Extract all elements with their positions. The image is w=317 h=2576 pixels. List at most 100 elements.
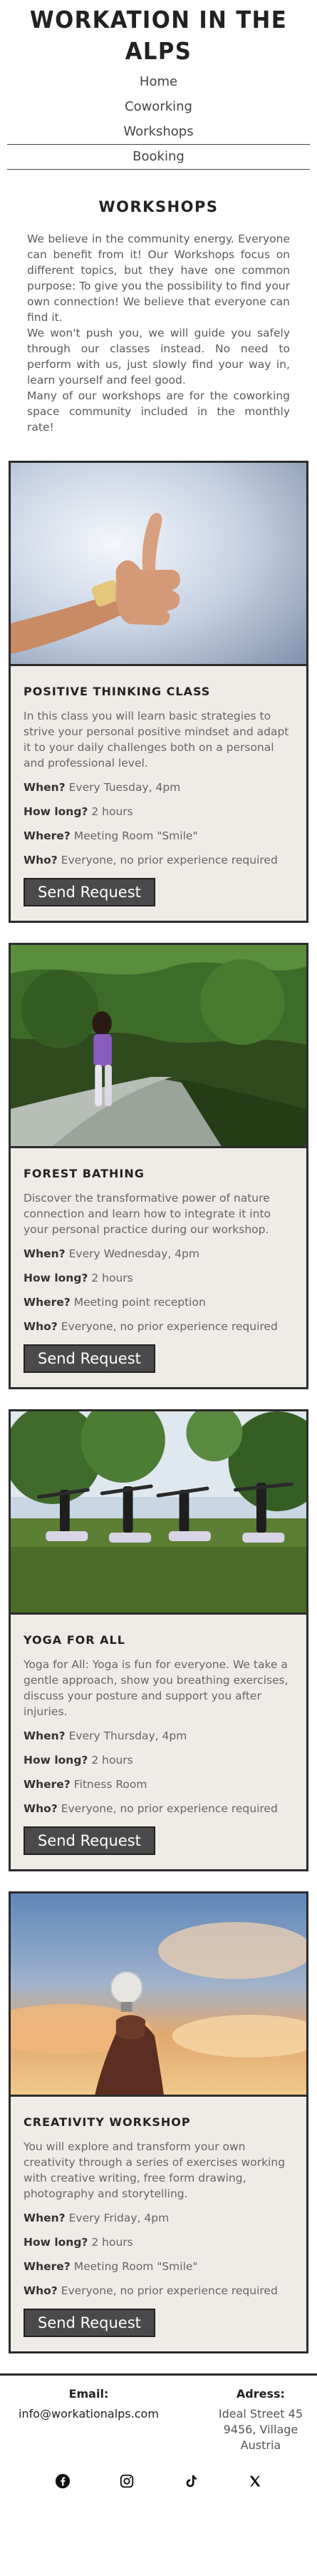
workshop-description: In this class you will learn basic strat…	[24, 710, 289, 770]
workshop-card-body: FOREST BATHING Discover the transformati…	[11, 1146, 306, 1387]
workshop-description: Discover the transformative power of nat…	[24, 1192, 271, 1236]
page-title: WORKSHOPS	[98, 198, 219, 215]
workshop-description: You will explore and transform your own …	[24, 2140, 286, 2200]
when-value: Every Wednesday, 4pm	[68, 1247, 199, 1260]
workshop-duration: How long? 2 hours	[24, 1752, 295, 1768]
where-value: Meeting Room "Smile"	[73, 2260, 198, 2273]
who-value: Everyone, no prior experience required	[61, 854, 278, 867]
when-value: Every Thursday, 4pm	[68, 1729, 187, 1742]
intro-section: WORKSHOPS We believe in the community en…	[0, 170, 317, 435]
footer-contact: Email: info@workationalps.com Adress: Id…	[0, 2387, 317, 2453]
workshop-duration: How long? 2 hours	[24, 1270, 295, 1286]
send-request-button[interactable]: Send Request	[24, 1344, 155, 1373]
instagram-icon[interactable]	[118, 2472, 136, 2490]
where-label: Where?	[24, 829, 71, 842]
forest-path-photo	[11, 945, 306, 1146]
how-long-label: How long?	[24, 1272, 88, 1284]
how-long-label: How long?	[24, 2236, 88, 2249]
workshop-where: Where? Meeting Room "Smile"	[24, 2259, 295, 2274]
when-label: When?	[24, 2212, 66, 2224]
workshop-who: Who? Everyone, no prior experience requi…	[24, 852, 295, 868]
how-long-value: 2 hours	[91, 1754, 133, 1767]
who-value: Everyone, no prior experience required	[61, 1802, 278, 1815]
how-long-label: How long?	[24, 1754, 88, 1767]
who-value: Everyone, no prior experience required	[61, 1320, 278, 1333]
who-label: Who?	[24, 854, 58, 867]
workshop-description: Yoga for All: Yoga is fun for everyone. …	[24, 1658, 289, 1718]
workshop-title: CREATIVITY WORKSHOP	[24, 2115, 191, 2129]
intro-paragraph: We won't push you, we will guide you saf…	[27, 327, 290, 387]
workshop-list: POSITIVE THINKING CLASS In this class yo…	[0, 435, 317, 2353]
footer-email-block: Email: info@workationalps.com	[19, 2387, 159, 2453]
email-label: Email:	[68, 2387, 109, 2401]
when-value: Every Tuesday, 4pm	[68, 781, 181, 794]
workshop-card: FOREST BATHING Discover the transformati…	[9, 943, 308, 1389]
who-label: Who?	[24, 1802, 58, 1815]
main-nav: Home Coworking Workshops Booking	[0, 70, 317, 170]
workshop-duration: How long? 2 hours	[24, 804, 295, 819]
how-long-value: 2 hours	[91, 2236, 133, 2249]
site-title: WORKATION IN THE ALPS	[29, 6, 288, 65]
social-links	[0, 2472, 317, 2505]
nav-workshops[interactable]: Workshops	[7, 120, 310, 145]
how-long-label: How long?	[24, 805, 88, 818]
intro-paragraph: We believe in the community energy. Ever…	[27, 232, 290, 324]
workshop-card-body: CREATIVITY WORKSHOP You will explore and…	[11, 2095, 306, 2351]
workshop-card-body: POSITIVE THINKING CLASS In this class yo…	[11, 664, 306, 921]
workshop-who: Who? Everyone, no prior experience requi…	[24, 1319, 295, 1334]
where-label: Where?	[24, 1778, 71, 1791]
workshop-card: YOGA FOR ALL Yoga for All: Yoga is fun f…	[9, 1409, 308, 1871]
address-line: 9456, Village	[223, 2423, 298, 2436]
send-request-button[interactable]: Send Request	[24, 2309, 155, 2337]
nav-home[interactable]: Home	[0, 70, 317, 95]
workshop-who: Who? Everyone, no prior experience requi…	[24, 2283, 295, 2299]
when-value: Every Friday, 4pm	[68, 2212, 170, 2224]
workshop-title: YOGA FOR ALL	[24, 1633, 125, 1647]
workshop-card: CREATIVITY WORKSHOP You will explore and…	[9, 1891, 308, 2353]
address-label: Adress:	[236, 2387, 285, 2401]
thumbs-up-photo	[11, 463, 306, 664]
where-value: Fitness Room	[73, 1778, 147, 1791]
outdoor-yoga-photo	[11, 1411, 306, 1612]
nav-coworking[interactable]: Coworking	[0, 95, 317, 120]
workshop-when: When? Every Wednesday, 4pm	[24, 1246, 295, 1262]
workshop-who: Who? Everyone, no prior experience requi…	[24, 1801, 295, 1816]
footer-address-block: Adress: Ideal Street 45 9456, Village Au…	[219, 2387, 303, 2453]
send-request-button[interactable]: Send Request	[24, 878, 155, 906]
workshop-title: FOREST BATHING	[24, 1167, 145, 1180]
when-label: When?	[24, 1729, 66, 1742]
tiktok-icon[interactable]	[182, 2472, 200, 2490]
send-request-button[interactable]: Send Request	[24, 1826, 155, 1855]
workshop-when: When? Every Friday, 4pm	[24, 2210, 295, 2226]
where-value: Meeting point reception	[73, 1296, 206, 1309]
where-value: Meeting Room "Smile"	[73, 829, 198, 842]
email-link[interactable]: info@workationalps.com	[19, 2406, 159, 2422]
intro-paragraph: Many of our workshops are for the cowork…	[27, 389, 290, 434]
who-label: Who?	[24, 2284, 58, 2297]
workshop-card-body: YOGA FOR ALL Yoga for All: Yoga is fun f…	[11, 1612, 306, 1869]
when-label: When?	[24, 781, 66, 794]
facebook-icon[interactable]	[53, 2472, 72, 2490]
site-header: WORKATION IN THE ALPS Home Coworking Wor…	[0, 0, 317, 170]
when-label: When?	[24, 1247, 66, 1260]
workshop-where: Where? Meeting point reception	[24, 1294, 295, 1310]
how-long-value: 2 hours	[91, 805, 133, 818]
where-label: Where?	[24, 2260, 71, 2273]
lightbulb-sky-photo	[11, 1893, 306, 2095]
workshop-when: When? Every Thursday, 4pm	[24, 1728, 295, 1744]
workshop-where: Where? Fitness Room	[24, 1777, 295, 1792]
who-value: Everyone, no prior experience required	[61, 2284, 278, 2297]
site-footer: Email: info@workationalps.com Adress: Id…	[0, 2373, 317, 2505]
workshop-where: Where? Meeting Room "Smile"	[24, 828, 295, 844]
workshop-title: POSITIVE THINKING CLASS	[24, 685, 211, 698]
workshop-when: When? Every Tuesday, 4pm	[24, 780, 295, 795]
address-line: Austria	[240, 2438, 281, 2452]
address-line: Ideal Street 45	[218, 2407, 303, 2421]
x-icon[interactable]	[246, 2472, 264, 2490]
workshop-card: POSITIVE THINKING CLASS In this class yo…	[9, 461, 308, 923]
where-label: Where?	[24, 1296, 71, 1309]
workshop-duration: How long? 2 hours	[24, 2234, 295, 2250]
how-long-value: 2 hours	[91, 1272, 133, 1284]
who-label: Who?	[24, 1320, 58, 1333]
nav-booking[interactable]: Booking	[7, 145, 310, 170]
